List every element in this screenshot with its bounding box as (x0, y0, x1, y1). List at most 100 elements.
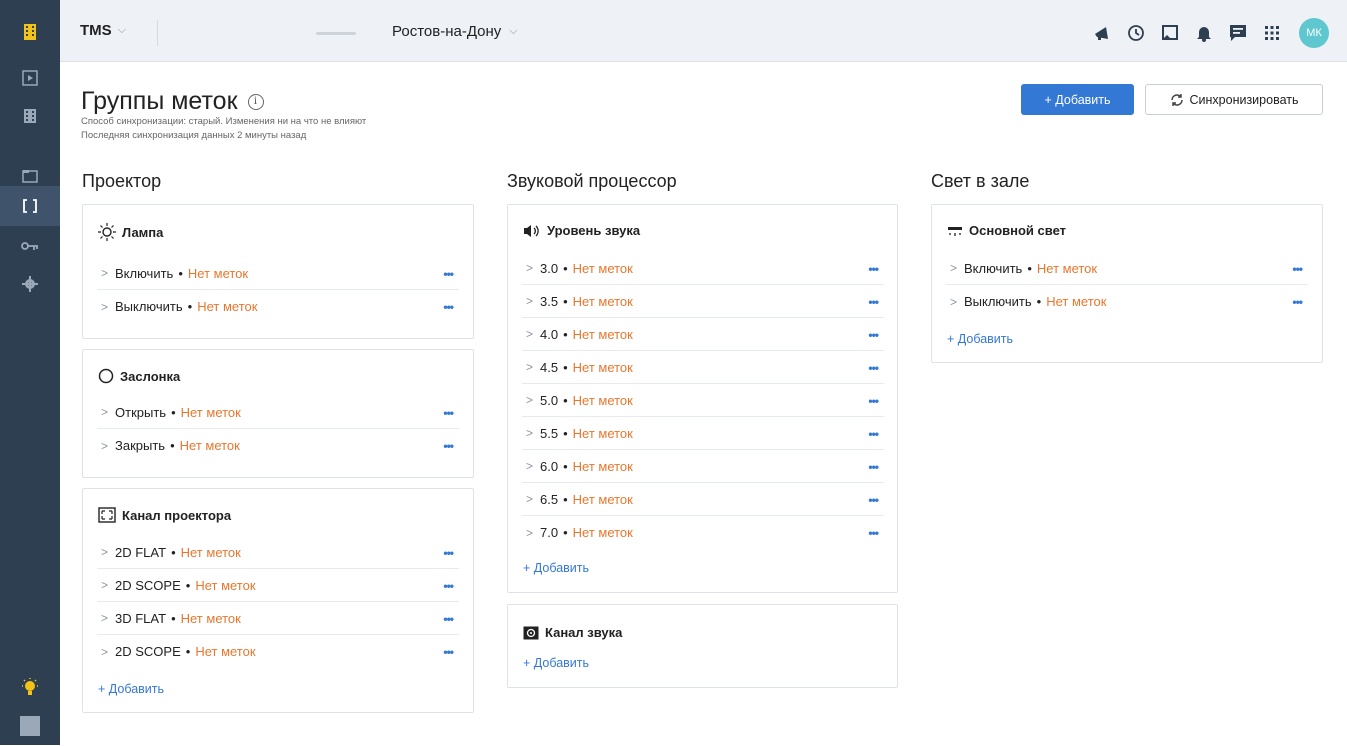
item-status: Нет меток (1046, 294, 1107, 309)
chevron-right-icon[interactable]: > (522, 360, 540, 374)
chevron-right-icon[interactable]: > (97, 405, 115, 419)
chevron-right-icon[interactable]: > (522, 492, 540, 506)
column-title-sound-processor: Звуковой процессор (507, 171, 677, 191)
add-link[interactable]: + Добавить (523, 656, 589, 670)
chevron-right-icon[interactable]: > (97, 578, 115, 592)
item-status: Нет меток (572, 491, 633, 507)
item-status: Нет меток (187, 265, 249, 281)
card-header: Уровень звука (523, 223, 640, 238)
chevron-right-icon[interactable]: > (522, 426, 540, 440)
app-switcher[interactable]: TMS ⌵ (80, 22, 126, 39)
list-item[interactable]: > 5.5 • Нет меток ••• (522, 417, 884, 450)
chevron-right-icon[interactable]: > (97, 439, 115, 453)
list-item[interactable]: > Выключить • Нет меток ••• (946, 285, 1308, 318)
separator-dot: • (563, 293, 568, 309)
chevron-right-icon[interactable]: > (522, 393, 540, 407)
tag-groups-icon[interactable] (0, 186, 60, 226)
list-item[interactable]: > Включить • Нет меток ••• (946, 252, 1308, 285)
app-logo-icon[interactable] (0, 12, 60, 52)
city-selector[interactable]: Ростов-на-Дону ⌵ (392, 23, 518, 40)
apps-grid-icon[interactable] (1255, 19, 1289, 47)
more-icon[interactable]: ••• (1292, 295, 1303, 309)
panel-toggle-icon[interactable] (0, 706, 60, 746)
list-item[interactable]: > 6.5 • Нет меток ••• (522, 483, 884, 516)
circle-icon (98, 368, 114, 384)
chevron-right-icon[interactable]: > (522, 294, 540, 308)
item-label: Выключить (115, 299, 183, 314)
key-icon[interactable] (0, 226, 60, 266)
megaphone-icon[interactable] (1085, 19, 1119, 47)
chevron-right-icon[interactable]: > (522, 261, 540, 275)
more-icon[interactable]: ••• (443, 579, 454, 593)
more-icon[interactable]: ••• (868, 394, 879, 408)
add-link[interactable]: + Добавить (947, 332, 1013, 346)
list-item[interactable]: > 6.0 • Нет меток ••• (522, 450, 884, 483)
bell-icon[interactable] (1187, 19, 1221, 47)
more-icon[interactable]: ••• (868, 526, 879, 540)
chevron-right-icon[interactable]: > (97, 611, 115, 625)
list-item[interactable]: > 2D SCOPE • Нет меток ••• (97, 635, 459, 668)
item-status: Нет меток (180, 610, 241, 626)
chat-icon[interactable] (1221, 19, 1255, 47)
list-item[interactable]: > Закрыть • Нет меток ••• (97, 429, 459, 462)
more-icon[interactable]: ••• (443, 300, 454, 314)
list-item[interactable]: > Выключить • Нет меток ••• (97, 290, 459, 323)
more-icon[interactable]: ••• (868, 361, 879, 375)
more-icon[interactable]: ••• (868, 460, 879, 474)
list-item[interactable]: > 4.0 • Нет меток ••• (522, 318, 884, 351)
book-icon[interactable] (1153, 19, 1187, 47)
add-button[interactable]: + Добавить (1021, 84, 1134, 115)
more-icon[interactable]: ••• (443, 406, 454, 420)
list-item[interactable]: > 3D FLAT • Нет меток ••• (97, 602, 459, 635)
list-item[interactable]: > 4.5 • Нет меток ••• (522, 351, 884, 384)
list-item[interactable]: > 5.0 • Нет меток ••• (522, 384, 884, 417)
chevron-right-icon[interactable]: > (946, 261, 964, 275)
more-icon[interactable]: ••• (443, 267, 454, 281)
chevron-right-icon[interactable]: > (522, 526, 540, 540)
chevron-right-icon[interactable]: > (97, 545, 115, 559)
app-label: TMS (80, 22, 112, 39)
more-icon[interactable]: ••• (868, 295, 879, 309)
item-status: Нет меток (572, 359, 633, 375)
film-icon[interactable] (0, 96, 60, 136)
group-card-sound-channel: Канал звука + Добавить (507, 604, 898, 688)
separator-dot: • (563, 525, 568, 540)
chevron-right-icon[interactable]: > (97, 645, 115, 659)
list-item[interactable]: > 2D FLAT • Нет меток ••• (97, 536, 459, 569)
more-icon[interactable]: ••• (868, 493, 879, 507)
more-icon[interactable]: ••• (443, 612, 454, 626)
sync-button[interactable]: Синхронизировать (1145, 84, 1323, 115)
more-icon[interactable]: ••• (443, 439, 454, 453)
lightbulb-icon[interactable] (0, 668, 60, 708)
playback-icon[interactable] (0, 58, 60, 98)
more-icon[interactable]: ••• (868, 328, 879, 342)
organization-selector[interactable] (157, 20, 369, 46)
chevron-right-icon[interactable]: > (522, 459, 540, 473)
column-title-hall-light: Свет в зале (931, 171, 1030, 191)
card-header: Заслонка (98, 368, 180, 384)
history-icon[interactable] (1119, 19, 1153, 47)
group-card-lamp: Лампа > Включить • Нет меток ••• > Выклю… (82, 204, 474, 339)
chevron-right-icon[interactable]: > (97, 300, 115, 314)
more-icon[interactable]: ••• (443, 645, 454, 659)
list-item[interactable]: > 2D SCOPE • Нет меток ••• (97, 569, 459, 602)
more-icon[interactable]: ••• (443, 546, 454, 560)
more-icon[interactable]: ••• (868, 427, 879, 441)
list-item[interactable]: > Открыть • Нет меток ••• (97, 396, 459, 429)
list-item[interactable]: > 3.0 • Нет меток ••• (522, 252, 884, 285)
avatar[interactable]: МК (1299, 18, 1329, 48)
chevron-right-icon[interactable]: > (946, 295, 964, 309)
add-link[interactable]: + Добавить (98, 682, 164, 696)
separator-dot: • (187, 299, 193, 314)
chevron-right-icon[interactable]: > (97, 266, 115, 280)
more-icon[interactable]: ••• (1292, 262, 1303, 276)
more-icon[interactable]: ••• (868, 262, 879, 276)
add-link[interactable]: + Добавить (523, 561, 589, 575)
list-item[interactable]: > 3.5 • Нет меток ••• (522, 285, 884, 318)
list-item[interactable]: > Включить • Нет меток ••• (97, 257, 459, 290)
gear-icon[interactable] (0, 264, 60, 304)
separator-dot: • (171, 404, 176, 420)
chevron-right-icon[interactable]: > (522, 327, 540, 341)
info-icon[interactable]: i (247, 93, 264, 110)
list-item[interactable]: > 7.0 • Нет меток ••• (522, 516, 884, 549)
